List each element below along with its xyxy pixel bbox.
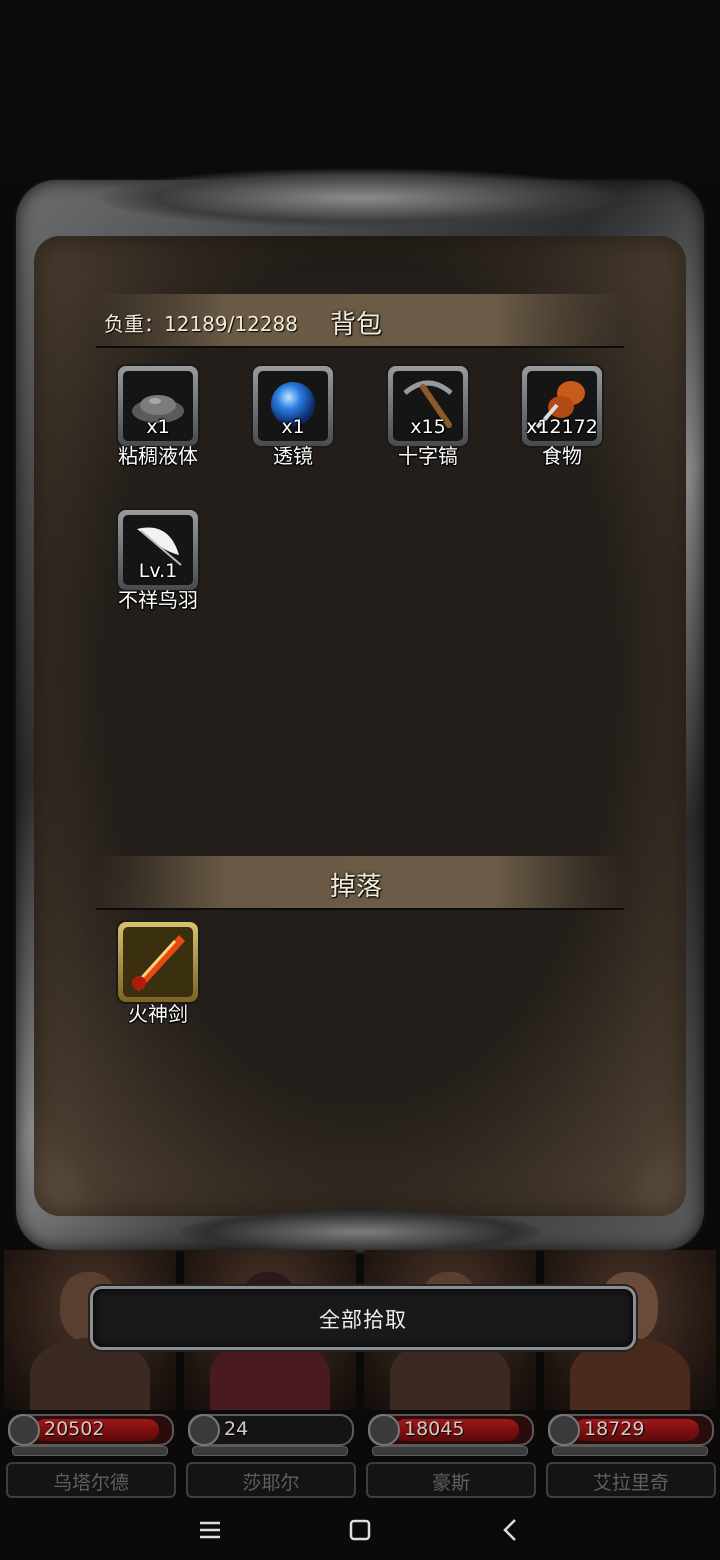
home-button[interactable] — [340, 1514, 380, 1546]
item-name: 不祥鸟羽 — [118, 588, 198, 612]
item-slot: Lv.1 — [118, 510, 198, 590]
hp-value: 20502 — [44, 1418, 105, 1440]
hp-orb-icon — [548, 1414, 580, 1446]
member-name: 莎耶尔 — [242, 1472, 300, 1494]
bag-item-lens[interactable]: x1 透镜 — [233, 366, 353, 476]
bag-header: 负重：12189/12288 背包 — [96, 294, 624, 348]
item-quantity: x1 — [146, 416, 170, 438]
item-level: Lv.1 — [138, 560, 178, 582]
energy-bar — [372, 1446, 528, 1456]
name-plate: 艾拉里奇 — [546, 1462, 716, 1498]
item-name: 粘稠液体 — [118, 444, 198, 468]
hp-value: 18729 — [584, 1418, 645, 1440]
item-slot: x1 — [118, 366, 198, 446]
energy-bar — [552, 1446, 708, 1456]
item-name: 火神剑 — [128, 1002, 188, 1026]
hp-value: 24 — [224, 1418, 249, 1440]
name-plate: 莎耶尔 — [186, 1462, 356, 1498]
system-nav-bar — [0, 1500, 720, 1560]
item-slot — [118, 922, 198, 1002]
pickup-all-label: 全部拾取 — [319, 1308, 407, 1332]
bag-item-slime[interactable]: x1 粘稠液体 — [98, 366, 218, 476]
hp-value: 18045 — [404, 1418, 465, 1440]
item-quantity: x1 — [281, 416, 305, 438]
recents-button[interactable] — [190, 1514, 230, 1546]
hp-orb-icon — [368, 1414, 400, 1446]
frame-bottom-ornament — [180, 1210, 540, 1254]
back-button[interactable] — [490, 1514, 530, 1546]
member-name: 豪斯 — [431, 1472, 470, 1494]
home-square-icon — [349, 1519, 371, 1541]
item-name: 食物 — [542, 444, 582, 468]
background — [0, 0, 720, 180]
bag-title: 背包 — [330, 310, 383, 340]
hp-bar: 24 — [188, 1414, 354, 1446]
bag-item-feather[interactable]: Lv.1 不祥鸟羽 — [98, 510, 218, 620]
item-slot: x12172 — [522, 366, 602, 446]
menu-icon — [200, 1521, 220, 1539]
energy-bar — [12, 1446, 168, 1456]
drops-header: 掉落 — [96, 856, 624, 910]
member-name: 乌塔尔德 — [52, 1472, 129, 1494]
drops-title: 掉落 — [330, 872, 383, 902]
hp-orb-icon — [188, 1414, 220, 1446]
bag-item-food[interactable]: x12172 食物 — [502, 366, 622, 476]
hp-bar: 18729 — [548, 1414, 714, 1446]
item-name: 透镜 — [273, 444, 313, 468]
member-name: 艾拉里奇 — [592, 1472, 669, 1494]
item-quantity: x12172 — [526, 416, 598, 438]
bag-item-pickaxe[interactable]: x15 十字镐 — [368, 366, 488, 476]
back-chevron-icon — [503, 1519, 516, 1541]
pickup-all-button[interactable]: 全部拾取 — [90, 1286, 636, 1350]
drop-item-fire-sword[interactable]: 火神剑 — [98, 922, 218, 1032]
item-quantity: x15 — [410, 416, 446, 438]
hp-bar: 20502 — [8, 1414, 174, 1446]
weight-capacity: 负重：12189/12288 — [104, 312, 298, 336]
energy-bar — [192, 1446, 348, 1456]
name-plate: 乌塔尔德 — [6, 1462, 176, 1498]
item-slot: x15 — [388, 366, 468, 446]
item-name: 十字镐 — [398, 444, 458, 468]
fire-sword-icon — [132, 935, 185, 991]
item-slot: x1 — [253, 366, 333, 446]
hp-bar: 18045 — [368, 1414, 534, 1446]
frame-crown-ornament — [100, 168, 620, 228]
hp-orb-icon — [8, 1414, 40, 1446]
name-plate: 豪斯 — [366, 1462, 536, 1498]
